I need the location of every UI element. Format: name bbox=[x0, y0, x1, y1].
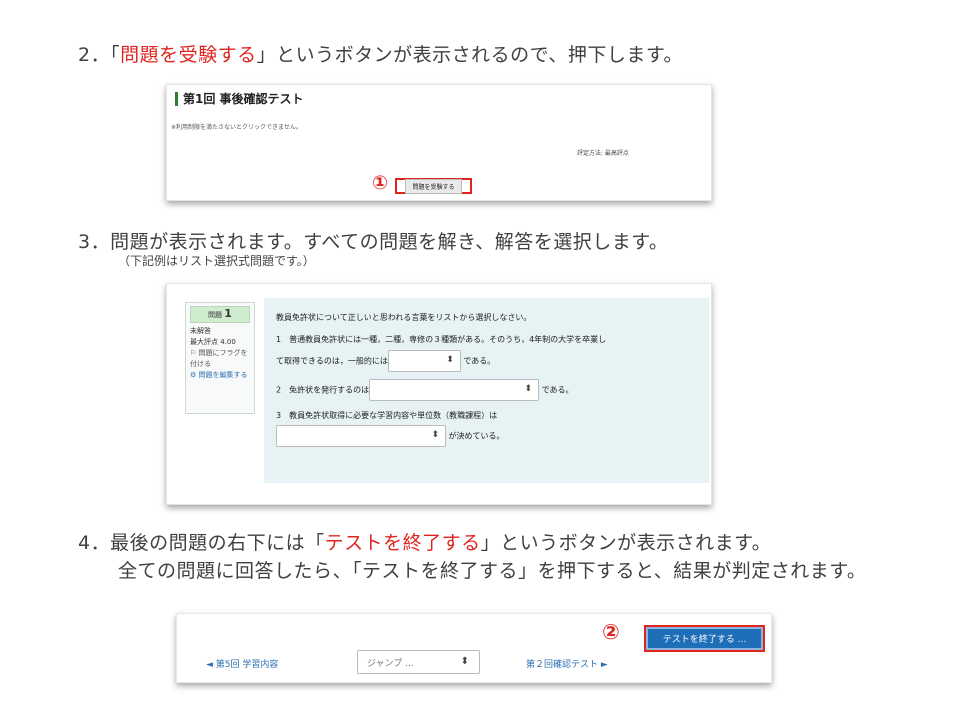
screenshot-start-quiz: 第1回 事後確認テスト ※利用制限を満たさないとクリックできません。 評定方法:… bbox=[166, 84, 712, 201]
question-info-panel: 問題 1 未解答 最大評点 4.00 ⚐ 問題にフラグを付ける ⚙ 問題を編集す… bbox=[185, 302, 255, 414]
jump-to-select[interactable]: ジャンプ ... bbox=[357, 650, 480, 674]
question-max-score: 最大評点 4.00 bbox=[190, 338, 236, 346]
question-number: 問題 1 bbox=[190, 306, 250, 323]
question-content: 教員免許状について正しいと思われる言葉をリストから選択しなさい。 1 普通教員免… bbox=[264, 298, 709, 483]
screenshot-question: 問題 1 未解答 最大評点 4.00 ⚐ 問題にフラグを付ける ⚙ 問題を編集す… bbox=[166, 283, 712, 505]
question-line-2a: 2 免許状を発行するのは bbox=[276, 385, 370, 395]
answer-select-1[interactable] bbox=[387, 350, 461, 372]
step-2-prefix: 2．「 bbox=[78, 44, 121, 66]
marker-2: ② bbox=[602, 620, 620, 644]
flag-label: 問題にフラグを付ける bbox=[190, 349, 248, 368]
question-line-1b: て取得できるのは，一般的には bbox=[276, 356, 388, 366]
question-line-1: て取得できるのは，一般的には である。 bbox=[276, 350, 495, 372]
question-line-3a: 3 教員免許状取得に必要な学習内容や単位数（教職課程）は bbox=[276, 411, 498, 420]
start-quiz-button-highlight: 問題を受験する bbox=[395, 178, 472, 194]
step-3-subtext: （下記例はリスト選択式問題です。） bbox=[118, 254, 315, 268]
edit-question-link[interactable]: ⚙ 問題を編集する bbox=[190, 370, 250, 381]
quiz-title: 第1回 事後確認テスト bbox=[175, 92, 304, 106]
grading-method: 評定方法: 最高評点 bbox=[577, 150, 629, 157]
question-line-1c: である。 bbox=[463, 356, 496, 366]
step-2-suffix: 」というボタンが表示されるので、押下します。 bbox=[256, 44, 683, 66]
edit-label: 問題を編集する bbox=[198, 371, 248, 379]
step-4-heading: 4．最後の問題の右下には「テストを終了する」というボタンが表示されます。 bbox=[78, 528, 771, 555]
gear-icon: ⚙ bbox=[190, 371, 199, 379]
question-line-3: が決めている。 bbox=[276, 425, 505, 447]
question-line-1a: 1 普通教員免許状には一種，二種，専修の３種類がある。そのうち，4年制の大学を卒… bbox=[276, 335, 607, 344]
flag-icon: ⚐ bbox=[190, 349, 199, 357]
step-2-highlight: 問題を受験する bbox=[120, 44, 257, 66]
question-number-value: 1 bbox=[224, 307, 232, 320]
start-quiz-button[interactable]: 問題を受験する bbox=[405, 178, 462, 194]
step-4-suffix: 」というボタンが表示されます。 bbox=[480, 532, 772, 554]
answer-select-3[interactable] bbox=[276, 425, 446, 447]
question-line-2b: である。 bbox=[541, 385, 574, 395]
step-4-line-2: 全ての問題に回答したら、「テストを終了する」を押下すると、結果が判定されます。 bbox=[118, 560, 867, 582]
next-activity-link[interactable]: 第２回確認テスト ► bbox=[526, 657, 608, 670]
answer-select-2[interactable] bbox=[369, 379, 540, 401]
question-label: 問題 bbox=[208, 311, 223, 319]
step-3-heading: 3．問題が表示されます。すべての問題を解き、解答を選択します。 bbox=[78, 231, 669, 253]
finish-attempt-button[interactable]: テストを終了する ... bbox=[644, 625, 765, 652]
step-2-heading: 2．「問題を受験する」というボタンが表示されるので、押下します。 bbox=[78, 40, 683, 67]
step-4-prefix: 4．最後の問題の右下には「 bbox=[78, 532, 325, 554]
question-prompt: 教員免許状について正しいと思われる言葉をリストから選択しなさい。 bbox=[276, 313, 532, 322]
previous-activity-link[interactable]: ◄ 第5回 学習内容 bbox=[206, 657, 278, 670]
flag-question-link[interactable]: ⚐ 問題にフラグを付ける bbox=[190, 348, 250, 370]
question-line-3b: が決めている。 bbox=[448, 431, 505, 441]
screenshot-finish-quiz: ② テストを終了する ... ◄ 第5回 学習内容 ジャンプ ... 第２回確認… bbox=[176, 613, 772, 683]
question-status: 未解答 bbox=[190, 327, 211, 335]
marker-1: ① bbox=[372, 172, 389, 194]
question-line-2: 2 免許状を発行するのは である。 bbox=[276, 379, 574, 401]
restriction-note: ※利用制限を満たさないとクリックできません。 bbox=[171, 124, 302, 131]
step-4-highlight: テストを終了する bbox=[324, 532, 481, 554]
